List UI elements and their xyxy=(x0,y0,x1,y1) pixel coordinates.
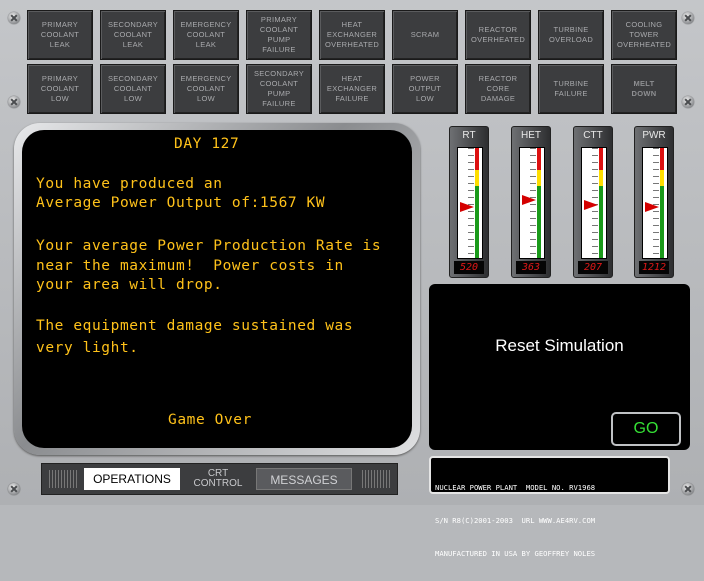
gauge-tube xyxy=(519,147,545,259)
alarm-secondary-coolant-leak: Secondary Coolant Leak xyxy=(100,10,166,60)
gauge-readout: 207 xyxy=(578,261,608,274)
simulation-control-panel: Reset Simulation GO xyxy=(429,284,690,450)
control-panel: Primary Coolant Leak Secondary Coolant L… xyxy=(0,0,704,558)
alarm-power-output-low: Power Output Low xyxy=(392,64,458,114)
alarm-emergency-coolant-leak: Emergency Coolant Leak xyxy=(173,10,239,60)
screw-icon xyxy=(682,96,694,108)
crt-line: near the maximum! Power costs in xyxy=(36,258,344,274)
crt-screen: DAY 127 You have produced an Average Pow… xyxy=(22,130,412,448)
alarm-melt-down: Melt Down xyxy=(611,64,677,114)
gauge-label: RT xyxy=(462,130,476,141)
alarm-heat-exchanger-overheated: Heat Exchanger Overheated xyxy=(319,10,385,60)
nameplate-line: MANUFACTURED IN USA BY GEOFFREY NOLES xyxy=(435,549,596,558)
alarm-scram: Scram xyxy=(392,10,458,60)
vent-grill xyxy=(362,470,390,488)
reset-simulation-label: Reset Simulation xyxy=(495,336,624,355)
screw-icon xyxy=(8,96,20,108)
gauge-readout: 520 xyxy=(454,261,484,274)
screw-icon xyxy=(682,12,694,24)
tab-crt-control[interactable]: CRT CONTROL xyxy=(184,468,252,490)
screw-icon xyxy=(682,483,694,495)
screw-icon xyxy=(8,12,20,24)
gauge-het: HET 363 xyxy=(511,126,551,278)
crt-line: very light. xyxy=(36,340,139,356)
gauge-pointer xyxy=(584,200,598,211)
gauge-tube xyxy=(457,147,483,259)
gauge-pointer xyxy=(522,194,536,205)
alarm-primary-coolant-low: Primary Coolant Low xyxy=(27,64,93,114)
gauge-pointer xyxy=(645,202,659,213)
crt-game-status: Game Over xyxy=(168,412,252,428)
alarm-cooling-tower-overheated: Cooling Tower Overheated xyxy=(611,10,677,60)
crt-line: Average Power Output of:1567 KW xyxy=(36,195,326,211)
go-button[interactable]: GO xyxy=(611,412,681,446)
alarm-secondary-coolant-low: Secondary Coolant Low xyxy=(100,64,166,114)
tab-messages[interactable]: MESSAGES xyxy=(256,468,352,490)
crt-line: Your average Power Production Rate is xyxy=(36,238,382,254)
crt-day: DAY 127 xyxy=(174,136,240,152)
gauge-ctt: CTT 207 xyxy=(573,126,613,278)
view-tab-bar: OPERATIONS CRT CONTROL MESSAGES xyxy=(41,463,398,495)
gauge-readout: 363 xyxy=(516,261,546,274)
gauge-label: HET xyxy=(521,130,541,141)
alarm-reactor-core-damage: Reactor Core Damage xyxy=(465,64,531,114)
alarm-reactor-overheated: Reactor Overheated xyxy=(465,10,531,60)
gauge-tube xyxy=(642,147,668,259)
vent-grill xyxy=(49,470,77,488)
gauge-label: CTT xyxy=(583,130,603,141)
crt-line: your area will drop. xyxy=(36,277,223,293)
alarm-heat-exchanger-failure: Heat Exchanger Failure xyxy=(319,64,385,114)
gauge-tube xyxy=(581,147,607,259)
gauge-pointer xyxy=(460,202,474,213)
alarm-turbine-overload: Turbine Overload xyxy=(538,10,604,60)
alarm-primary-coolant-pump-failure: Primary Coolant Pump Failure xyxy=(246,10,312,60)
crt-line: You have produced an xyxy=(36,176,223,192)
nameplate-line: S/N R8(C)2001-2003 URL WWW.AE4RV.COM xyxy=(435,516,596,525)
nameplate-line: NUCLEAR POWER PLANT MODEL NO. RV1968 xyxy=(435,483,596,492)
gauge-readout: 1212 xyxy=(639,261,669,274)
crt-line: The equipment damage sustained was xyxy=(36,318,354,334)
alarm-turbine-failure: Turbine Failure xyxy=(538,64,604,114)
tab-crt-control-label: CRT CONTROL xyxy=(193,468,243,489)
tab-operations[interactable]: OPERATIONS xyxy=(84,468,180,490)
alarm-secondary-coolant-pump-failure: Secondary Coolant Pump Failure xyxy=(246,64,312,114)
gauge-pwr: PWR 1212 xyxy=(634,126,674,278)
alarm-emergency-coolant-low: Emergency Coolant Low xyxy=(173,64,239,114)
screw-icon xyxy=(8,483,20,495)
alarm-primary-coolant-leak: Primary Coolant Leak xyxy=(27,10,93,60)
gauge-label: PWR xyxy=(642,130,666,141)
gauge-rt: RT 520 xyxy=(449,126,489,278)
manufacturer-nameplate: NUCLEAR POWER PLANT MODEL NO. RV1968 S/N… xyxy=(429,456,670,558)
